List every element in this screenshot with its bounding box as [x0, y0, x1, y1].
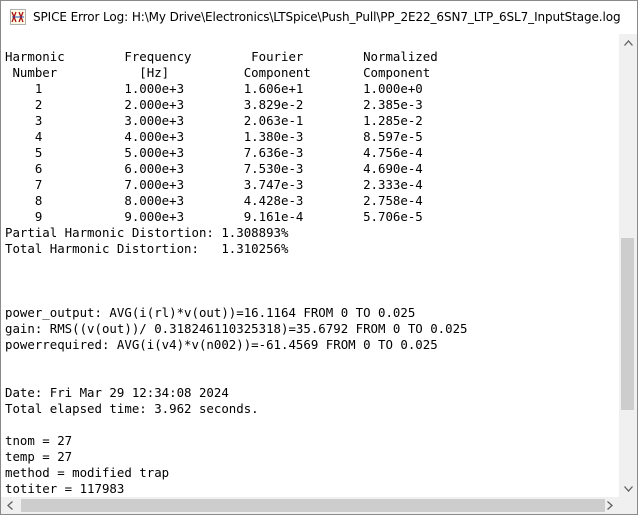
scroll-down-arrow-icon[interactable]	[619, 480, 637, 497]
scroll-right-arrow-icon[interactable]	[601, 497, 619, 514]
vertical-scroll-thumb[interactable]	[621, 238, 634, 410]
log-window: SPICE Error Log: H:\My Drive\Electronics…	[0, 0, 638, 515]
scroll-left-arrow-icon[interactable]	[1, 497, 19, 514]
vertical-scrollbar[interactable]	[619, 34, 637, 497]
horizontal-scroll-thumb[interactable]	[21, 499, 605, 512]
horizontal-scrollbar[interactable]	[1, 497, 619, 514]
ltspice-app-icon	[10, 9, 26, 25]
scrollbar-corner	[619, 497, 637, 514]
scroll-up-arrow-icon[interactable]	[619, 34, 637, 51]
log-text: Harmonic Frequency Fourier Normalized Nu…	[5, 49, 468, 496]
window-title: SPICE Error Log: H:\My Drive\Electronics…	[33, 10, 621, 24]
title-bar[interactable]: SPICE Error Log: H:\My Drive\Electronics…	[1, 1, 637, 34]
log-content[interactable]: Harmonic Frequency Fourier Normalized Nu…	[1, 34, 619, 497]
